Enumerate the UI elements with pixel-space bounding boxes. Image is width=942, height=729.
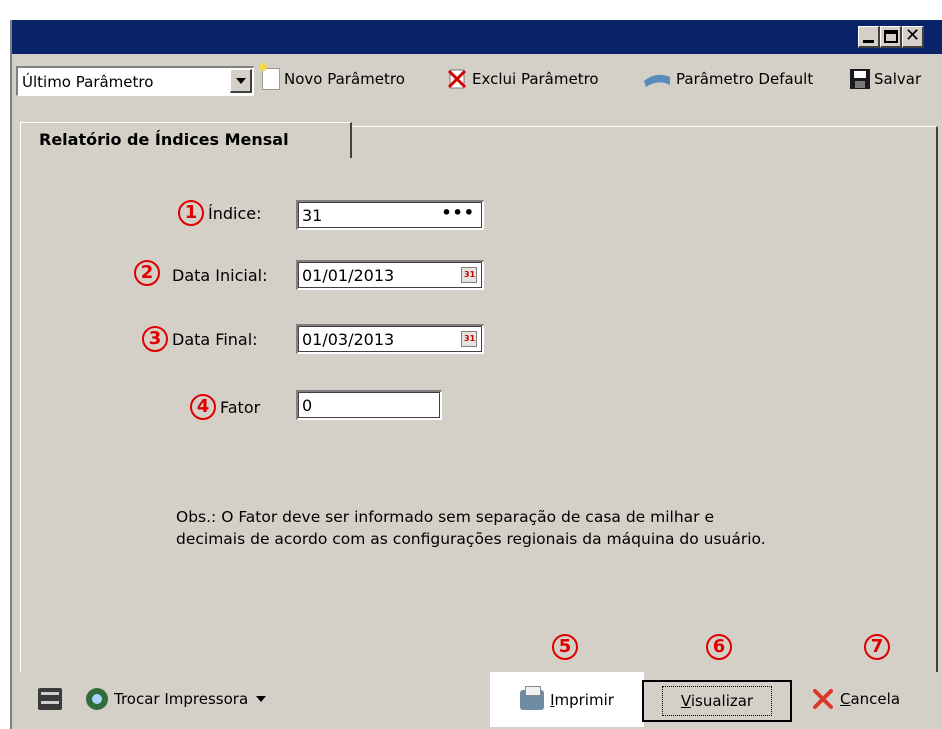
preview-button[interactable]: Visualizar	[642, 680, 792, 722]
ellipsis-lookup-icon[interactable]: •••	[441, 203, 475, 222]
observation-note: Obs.: O Fator deve ser informado sem sep…	[176, 508, 766, 548]
save-button[interactable]: Salvar	[850, 64, 921, 94]
calendar-icon[interactable]	[461, 331, 477, 347]
tab-label: Relatório de Índices Mensal	[39, 130, 289, 149]
indice-value: 31	[302, 206, 323, 225]
new-parameter-button[interactable]: Novo Parâmetro	[259, 63, 405, 94]
data-inicial-value: 01/01/2013	[302, 266, 395, 285]
default-parameter-button[interactable]: Parâmetro Default	[642, 64, 813, 94]
annotation-number-1: 1	[178, 200, 204, 226]
tab-relatorio-indices[interactable]: Relatório de Índices Mensal	[20, 122, 352, 158]
annotation-number-3: 3	[142, 326, 168, 352]
maximize-icon	[884, 30, 898, 43]
print-label-rest: mprimir	[554, 690, 614, 709]
delete-parameter-button[interactable]: Exclui Parâmetro	[446, 64, 599, 94]
annotation-number-7: 7	[864, 634, 890, 660]
printer-settings-button[interactable]	[38, 688, 68, 710]
new-parameter-label: Novo Parâmetro	[284, 70, 405, 88]
printer-icon	[520, 685, 545, 710]
print-label: Imprimir	[550, 691, 614, 709]
annotation-number-6: 6	[706, 634, 732, 660]
preview-accel: V	[680, 692, 691, 710]
preview-label-rest: isualizar	[690, 692, 754, 710]
data-inicial-field[interactable]: 01/01/2013	[296, 260, 484, 290]
data-final-value: 01/03/2013	[302, 330, 395, 349]
cancel-accel: C	[840, 690, 851, 708]
indice-label: Índice:	[208, 204, 262, 223]
swap-printer-icon	[86, 688, 108, 710]
save-icon	[850, 69, 870, 89]
data-final-field[interactable]: 01/03/2013	[296, 324, 484, 354]
parameter-select[interactable]: Último Parâmetro	[16, 66, 254, 96]
report-window: ✕ Último Parâmetro Novo Parâmetro Exclui…	[10, 20, 942, 729]
printer-icon	[38, 688, 62, 710]
close-icon: ✕	[905, 25, 921, 46]
default-arrow-icon	[642, 69, 672, 89]
annotation-number-4: 4	[190, 394, 216, 420]
fator-label: Fator	[220, 398, 261, 417]
title-bar: ✕	[12, 20, 942, 54]
default-parameter-label: Parâmetro Default	[676, 70, 814, 88]
cancel-x-icon	[812, 688, 834, 710]
toolbar: Último Parâmetro Novo Parâmetro Exclui P…	[12, 54, 942, 104]
new-document-icon	[259, 63, 280, 90]
cancel-label-rest: ancela	[850, 690, 901, 708]
print-button[interactable]: Imprimir	[490, 672, 644, 727]
minimize-button[interactable]	[858, 26, 880, 48]
change-printer-button[interactable]: Trocar Impressora	[86, 688, 267, 710]
calendar-icon[interactable]	[461, 267, 477, 283]
chevron-down-icon	[256, 696, 267, 702]
cancel-label: Cancela	[840, 690, 900, 708]
fator-field[interactable]: 0	[296, 390, 442, 420]
minimize-icon	[863, 40, 874, 43]
data-inicial-label: Data Inicial:	[172, 266, 268, 285]
annotation-number-2: 2	[134, 260, 160, 286]
maximize-button[interactable]	[880, 26, 902, 48]
fator-value: 0	[302, 396, 313, 415]
chevron-down-icon[interactable]	[230, 69, 252, 93]
bottom-bar: Trocar Impressora Imprimir Visualizar Ca…	[12, 672, 942, 729]
indice-field[interactable]: 31 •••	[296, 200, 484, 230]
annotation-number-5: 5	[552, 634, 578, 660]
change-printer-label: Trocar Impressora	[114, 690, 249, 708]
close-button[interactable]: ✕	[902, 25, 924, 48]
preview-label: Visualizar	[661, 686, 773, 716]
delete-parameter-label: Exclui Parâmetro	[472, 70, 599, 88]
cancel-button[interactable]: Cancela	[812, 688, 900, 710]
data-final-label: Data Final:	[172, 330, 258, 349]
parameter-select-value: Último Parâmetro	[22, 73, 154, 91]
delete-document-icon	[446, 68, 468, 90]
save-label: Salvar	[874, 70, 922, 88]
